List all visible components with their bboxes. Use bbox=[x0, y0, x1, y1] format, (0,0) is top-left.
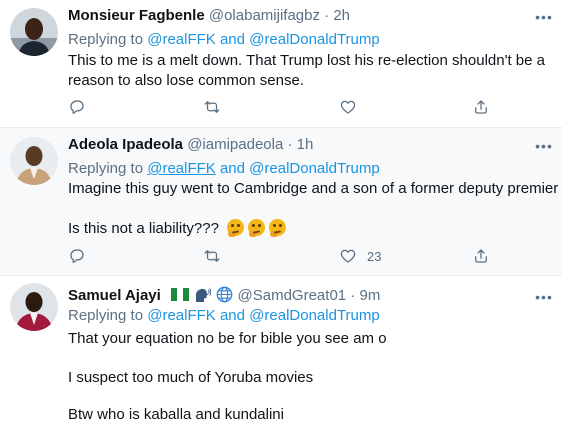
more-dots-icon[interactable]: ••• bbox=[534, 7, 554, 27]
reply-button[interactable] bbox=[68, 97, 96, 117]
tweet[interactable]: Monsieur Fagbenle @olabamijifagbz · 2h R… bbox=[0, 0, 562, 128]
mention-link[interactable]: @realDonaldTrump bbox=[249, 307, 380, 324]
user-handle[interactable]: @olabamijifagbz bbox=[209, 7, 320, 24]
tweet-text-line: Btw who is kaballa and kundalini bbox=[68, 406, 284, 423]
share-button[interactable] bbox=[472, 246, 490, 266]
tweet-header: Samuel Ajayi @SamdGreat01 · 9m bbox=[68, 286, 380, 306]
replying-to: Replying to @realFFK and @realDonaldTrum… bbox=[68, 306, 380, 326]
mention-link[interactable]: @realDonaldTrump bbox=[249, 31, 380, 48]
thinking-face-icon bbox=[227, 219, 245, 237]
reply-icon bbox=[68, 247, 86, 265]
speaking-head-icon bbox=[194, 286, 212, 303]
replying-to-label: Replying to bbox=[68, 31, 144, 48]
mention-link[interactable]: @realFFK bbox=[147, 31, 216, 48]
more-dots-icon[interactable]: ••• bbox=[534, 136, 554, 156]
tweet-header: Monsieur Fagbenle @olabamijifagbz · 2h bbox=[68, 6, 350, 26]
timestamp[interactable]: 2h bbox=[333, 7, 350, 24]
thinking-face-icon bbox=[269, 219, 287, 237]
replying-to-label: Replying to bbox=[68, 307, 144, 324]
tweet-text-line: I suspect too much of Yoruba movies bbox=[68, 369, 314, 386]
and-label[interactable]: and bbox=[220, 160, 245, 177]
avatar[interactable] bbox=[10, 137, 58, 185]
like-button[interactable] bbox=[339, 97, 367, 117]
retweet-button[interactable] bbox=[203, 246, 231, 266]
and-label[interactable]: and bbox=[220, 307, 245, 324]
like-button[interactable]: 23 bbox=[339, 246, 381, 266]
tweet[interactable]: Adeola Ipadeola @iamipadeola · 1h Replyi… bbox=[0, 128, 562, 276]
heart-icon bbox=[339, 247, 357, 265]
mention-link[interactable]: @realFFK bbox=[147, 160, 216, 177]
thinking-face-icon bbox=[248, 219, 266, 237]
retweet-button[interactable] bbox=[203, 97, 231, 117]
tweet-text-line: That your equation no be for bible you s… bbox=[68, 330, 387, 347]
separator-dot: · bbox=[324, 7, 330, 24]
avatar[interactable] bbox=[10, 8, 58, 56]
share-button[interactable] bbox=[472, 97, 490, 117]
retweet-icon bbox=[203, 247, 221, 265]
tweet-actions bbox=[68, 97, 562, 117]
and-label[interactable]: and bbox=[220, 31, 245, 48]
separator-dot: · bbox=[287, 136, 293, 153]
timestamp[interactable]: 1h bbox=[297, 136, 314, 153]
replying-to: Replying to @realFFK and @realDonaldTrum… bbox=[68, 30, 380, 50]
retweet-icon bbox=[203, 98, 221, 116]
tweet-header: Adeola Ipadeola @iamipadeola · 1h bbox=[68, 135, 313, 155]
tweet-text-line: This to me is a melt down. That Trump lo… bbox=[68, 52, 545, 69]
share-icon bbox=[472, 247, 490, 265]
display-name[interactable]: Monsieur Fagbenle bbox=[68, 7, 205, 24]
tweet-text-line: Is this not a liability??? bbox=[68, 219, 290, 239]
user-handle[interactable]: @SamdGreat01 bbox=[238, 287, 347, 304]
replying-to-label: Replying to bbox=[68, 160, 144, 177]
timestamp[interactable]: 9m bbox=[359, 287, 380, 304]
nigeria-flag-icon bbox=[171, 288, 189, 301]
replying-to: Replying to @realFFK and @realDonaldTrum… bbox=[68, 159, 380, 179]
reply-button[interactable] bbox=[68, 246, 96, 266]
display-name[interactable]: Adeola Ipadeola bbox=[68, 136, 183, 153]
more-dots-icon[interactable]: ••• bbox=[534, 287, 554, 307]
avatar[interactable] bbox=[10, 283, 58, 331]
separator-dot: · bbox=[350, 287, 356, 304]
like-count: 23 bbox=[367, 248, 382, 264]
tweet-actions: 23 bbox=[68, 246, 562, 266]
user-handle[interactable]: @iamipadeola bbox=[187, 136, 283, 153]
tweet-text-line: Imagine this guy went to Cambridge and a… bbox=[68, 180, 559, 197]
tweet[interactable]: Samuel Ajayi @SamdGreat01 · 9m Replying … bbox=[0, 276, 562, 432]
tweet-text: Is this not a liability??? bbox=[68, 220, 219, 237]
display-name[interactable]: Samuel Ajayi bbox=[68, 287, 161, 304]
share-icon bbox=[472, 98, 490, 116]
globe-icon bbox=[216, 286, 233, 303]
tweet-text-line: reason to also lose common sense. bbox=[68, 72, 304, 89]
mention-link[interactable]: @realFFK bbox=[147, 307, 216, 324]
reply-icon bbox=[68, 98, 86, 116]
heart-icon bbox=[339, 98, 357, 116]
mention-link[interactable]: @realDonaldTrump bbox=[249, 160, 380, 177]
